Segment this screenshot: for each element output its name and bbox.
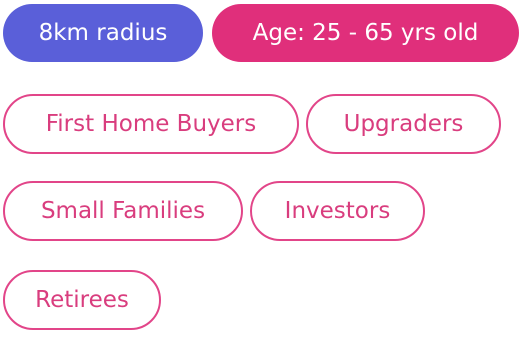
- segment-chip-small-families[interactable]: Small Families: [3, 181, 243, 241]
- segment-chip-retirees[interactable]: Retirees: [3, 270, 161, 330]
- segment-chip-upgraders[interactable]: Upgraders: [306, 94, 501, 154]
- age-range-chip[interactable]: Age: 25 - 65 yrs old: [212, 4, 519, 62]
- radius-chip[interactable]: 8km radius: [3, 4, 203, 62]
- age-range-chip-label: Age: 25 - 65 yrs old: [252, 20, 479, 46]
- radius-chip-label: 8km radius: [38, 20, 168, 46]
- segment-chip-label: Upgraders: [343, 111, 464, 137]
- segment-chip-label: Small Families: [40, 198, 206, 224]
- segment-chip-investors[interactable]: Investors: [250, 181, 425, 241]
- segment-chip-first-home-buyers[interactable]: First Home Buyers: [3, 94, 299, 154]
- segment-chip-label: Retirees: [35, 287, 129, 313]
- segment-chip-label: First Home Buyers: [45, 111, 257, 137]
- segment-chip-label: Investors: [284, 198, 391, 224]
